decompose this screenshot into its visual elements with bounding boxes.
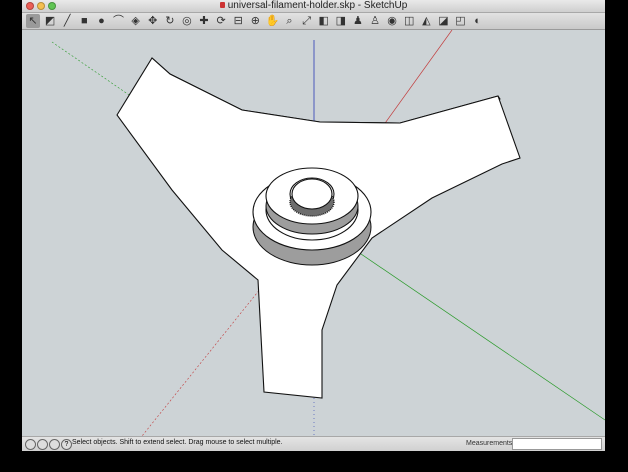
zoom-tool-icon[interactable]: ⌕ xyxy=(283,14,297,28)
filament-holder-model[interactable] xyxy=(116,57,521,399)
offset-tool-icon[interactable]: ◎ xyxy=(180,14,194,28)
sign-in-icon[interactable] xyxy=(49,439,60,450)
rectangle-tool-icon[interactable]: ■ xyxy=(77,14,91,28)
pencil-tool-icon[interactable]: ╱ xyxy=(60,14,74,28)
next-view-tool-icon[interactable]: ◨ xyxy=(334,14,348,28)
look-around-tool-icon[interactable]: ◉ xyxy=(385,14,399,28)
section-plane-tool-icon[interactable]: ◫ xyxy=(402,14,416,28)
position-camera-tool-icon[interactable]: ♟ xyxy=(351,14,365,28)
orbit-tool-icon[interactable]: ⊕ xyxy=(248,14,262,28)
pan-tool-icon[interactable]: ✋ xyxy=(265,14,280,28)
window-title: universal-filament-holder.skp - SketchUp xyxy=(227,0,408,11)
walk-tool-icon[interactable]: ♙ xyxy=(368,14,382,28)
rotate-tool-icon[interactable]: ↻ xyxy=(163,14,177,28)
scale-tool-icon[interactable]: ✚ xyxy=(197,14,211,28)
measurements-label: Measurements xyxy=(466,440,513,447)
tape-measure-tool-icon[interactable]: ⊟ xyxy=(231,14,245,28)
status-bar: ? Select objects. Shift to extend select… xyxy=(22,436,605,451)
document-icon xyxy=(219,2,225,8)
title-bar: universal-filament-holder.skp - SketchUp xyxy=(22,0,605,13)
model-canvas[interactable] xyxy=(22,29,605,437)
status-hint: Select objects. Shift to extend select. … xyxy=(72,439,283,446)
window-title-area: universal-filament-holder.skp - SketchUp xyxy=(22,0,605,12)
push-pull-tool-icon[interactable]: ◈ xyxy=(129,14,143,28)
geo-location-icon[interactable] xyxy=(25,439,36,450)
move-tool-icon[interactable]: ✥ xyxy=(146,14,160,28)
arc-tool-icon[interactable]: ⌒ xyxy=(112,14,126,28)
sketchup-window: universal-filament-holder.skp - SketchUp… xyxy=(22,0,605,451)
previous-view-tool-icon[interactable]: ◧ xyxy=(317,14,331,28)
help-icon[interactable]: ? xyxy=(61,439,72,450)
measurements-input[interactable] xyxy=(512,438,602,450)
warehouse-tool-icon[interactable]: ◰ xyxy=(454,14,468,28)
main-toolbar: ↖ ◩ ╱ ■ ● ⌒ ◈ ✥ ↻ ◎ ✚ ⟳ ⊟ ⊕ ✋ ⌕ ⤢ ◧ ◨ ♟ ♙ ◉ ◫ ◭ ◪ ◰ ◐ xyxy=(22,13,605,30)
eraser-tool-icon[interactable]: ◩ xyxy=(43,14,57,28)
spindle-top xyxy=(291,178,333,210)
credits-icon[interactable] xyxy=(37,439,48,450)
circle-tool-icon[interactable]: ● xyxy=(94,14,108,28)
components-tool-icon[interactable]: ◪ xyxy=(436,14,450,28)
paint-bucket-tool-icon[interactable]: ◭ xyxy=(419,14,433,28)
select-tool-icon[interactable]: ↖ xyxy=(26,14,40,28)
follow-me-tool-icon[interactable]: ⟳ xyxy=(214,14,228,28)
drawing-viewport[interactable] xyxy=(22,29,605,437)
zoom-extents-tool-icon[interactable]: ⤢ xyxy=(300,14,314,28)
extension-tool-icon[interactable]: ◐ xyxy=(471,14,485,28)
